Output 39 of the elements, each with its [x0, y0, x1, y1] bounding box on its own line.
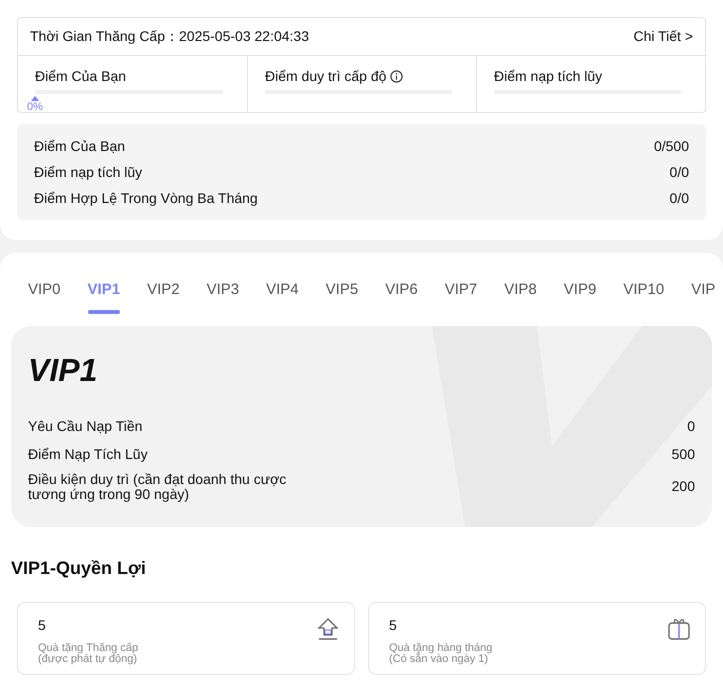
summary-value: 0/0: [670, 189, 689, 208]
benefit-value: 5: [389, 616, 398, 634]
gift-icon: [667, 616, 691, 640]
vip-tab[interactable]: VIP6: [385, 279, 418, 316]
tab-underline: [88, 310, 120, 314]
vip-tab[interactable]: VIP3: [206, 279, 240, 316]
benefits-title: VIP1-Quyền Lợi: [10, 556, 147, 580]
benefit-description: Quà tặng hàng tháng (Có sẵn vào ngày 1): [389, 642, 492, 664]
summary-value: 0/500: [654, 137, 689, 156]
upload-arrow-icon: [316, 616, 340, 640]
requirement-label: Điểm Nạp Tích Lũy: [28, 446, 148, 462]
vip-tab[interactable]: VIP8: [504, 279, 537, 316]
vip-tab[interactable]: VIP4: [266, 279, 299, 316]
vip-title: VIP1: [28, 350, 98, 390]
requirement-value: 200: [672, 477, 695, 496]
progress-label: Điểm nạp tích lũy: [494, 67, 602, 86]
info-icon[interactable]: [390, 70, 404, 83]
benefit-description: Quà tặng Thăng cấp (được phát tự động): [38, 642, 138, 664]
requirement-value: 500: [672, 444, 695, 464]
benefit-value: 5: [38, 616, 47, 634]
detail-link[interactable]: Chi Tiết >: [633, 26, 693, 47]
upgrade-time: Thời Gian Thăng Cấp：2025-05-03 22:04:33: [30, 27, 309, 46]
summary-label: Điểm Của Bạn: [34, 137, 126, 156]
progress-label: Điểm Của Bạn: [35, 67, 126, 86]
summary-value: 0/0: [670, 163, 689, 182]
requirement-label: Điều kiện duy trì (cần đạt doanh thu cược tương ứng trong 90 ngày): [28, 472, 288, 502]
requirement-label: Yêu Cầu Nạp Tiền: [28, 418, 142, 434]
vip-tab[interactable]: VIP5: [326, 279, 358, 316]
progress-label: Điểm duy trì cấp độ: [265, 67, 386, 86]
vip-tab[interactable]: VIP9: [564, 279, 596, 316]
summary-label: Điểm nạp tích lũy: [34, 163, 142, 182]
vip-tab[interactable]: VIP2: [147, 279, 180, 316]
progress-percent: 0%: [27, 101, 43, 113]
summary-label: Điểm Hợp Lệ Trong Vòng Ba Tháng: [34, 189, 258, 208]
vip-tab[interactable]: VIP0: [28, 279, 61, 316]
vip-tab[interactable]: VIP: [691, 279, 716, 316]
vip-tab[interactable]: VIP10: [623, 279, 664, 316]
vip-tab[interactable]: VIP7: [444, 279, 478, 316]
requirement-value: 0: [687, 416, 695, 436]
